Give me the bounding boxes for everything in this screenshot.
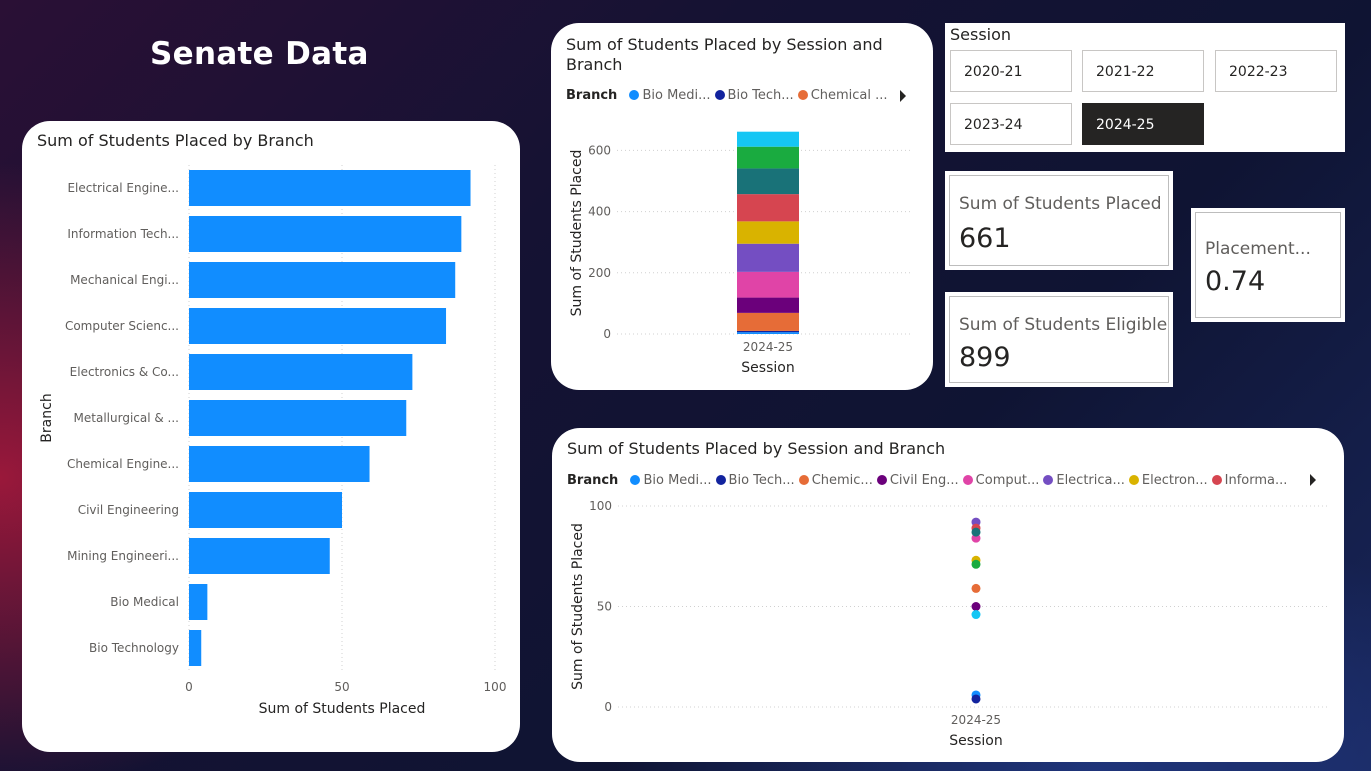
stacked-segment-bio-medical xyxy=(737,332,799,334)
scatter-point-mechanical-engineering xyxy=(971,559,981,569)
bar-category-label: Civil Engineering xyxy=(78,503,179,517)
bar-y-axis-title: Branch xyxy=(39,393,55,442)
kpi-students-eligible: Sum of Students Eligible 899 xyxy=(945,292,1173,387)
stacked-x-axis-title: Session xyxy=(741,360,794,376)
stacked-segment-mechanical-engineering xyxy=(737,146,799,169)
bar-x-tick-label: 50 xyxy=(334,680,349,694)
bar-information-tech xyxy=(189,216,462,252)
stacked-y-tick-label: 400 xyxy=(588,205,611,219)
stacked-segment-electronics xyxy=(737,221,799,244)
kpi-rate-value: 0.74 xyxy=(1205,266,1266,297)
kpi-students-placed: Sum of Students Placed 661 xyxy=(945,171,1173,270)
session-option-2024-25[interactable]: 2024-25 xyxy=(1082,103,1204,145)
scatter-y-tick-label: 50 xyxy=(597,600,612,614)
bar-category-label: Computer Scienc... xyxy=(65,319,179,333)
bar-x-axis-title: Sum of Students Placed xyxy=(259,701,426,717)
bar-chart-card[interactable]: Sum of Students Placed by Branch 0 50 100 E… xyxy=(22,121,520,752)
stacked-segment-chemical-engineering xyxy=(737,312,799,331)
session-option-2021-22[interactable]: 2021-22 xyxy=(1082,50,1204,92)
scatter-y-tick-label: 0 xyxy=(604,700,612,714)
stacked-segment-bio-technology xyxy=(737,330,799,333)
bar-metallurgical xyxy=(189,400,407,436)
bar-category-label: Electronics & Co... xyxy=(70,365,179,379)
stacked-segment-information-technology xyxy=(737,194,799,222)
scatter-y-axis-title: Sum of Students Placed xyxy=(570,523,586,690)
kpi-placed-label: Sum of Students Placed xyxy=(959,194,1162,214)
stacked-segment-metallurgical xyxy=(737,168,799,195)
scatter-x-tick-label: 2024-25 xyxy=(951,713,1001,727)
bar-x-tick-label: 100 xyxy=(484,680,507,694)
scatter-point-metallurgical xyxy=(971,527,981,537)
session-slicer-title: Session xyxy=(950,25,1012,44)
bar-electronics-co xyxy=(189,354,413,390)
stacked-segment-civil-engineering xyxy=(737,297,799,313)
stacked-segment-mining-engineering xyxy=(737,131,799,147)
bar-mining-engineeri xyxy=(189,538,330,574)
scatter-point-chemical-engineering xyxy=(971,583,981,593)
bar-bio-medical xyxy=(189,584,208,620)
bar-bio-technology xyxy=(189,630,202,666)
stacked-chart-card[interactable]: Sum of Students Placed by Session and Br… xyxy=(551,23,933,390)
bar-category-label: Electrical Engine... xyxy=(67,181,179,195)
bar-chemical-engine xyxy=(189,446,370,482)
bar-mechanical-engi xyxy=(189,262,456,298)
scatter-point-civil-engineering xyxy=(971,602,981,611)
session-option-2023-24[interactable]: 2023-24 xyxy=(950,103,1072,145)
scatter-x-axis-title: Session xyxy=(949,733,1002,749)
scatter-chart-card[interactable]: Sum of Students Placed by Session and Br… xyxy=(552,428,1344,762)
bar-category-label: Chemical Engine... xyxy=(67,457,179,471)
bar-chart-plot: 0 50 100 Electrical Engine... Information Te… xyxy=(39,165,507,717)
stacked-y-tick-label: 200 xyxy=(588,266,611,280)
bar-electrical-engine xyxy=(189,170,471,206)
kpi-placed-value: 661 xyxy=(959,223,1011,254)
session-option-2020-21[interactable]: 2020-21 xyxy=(950,50,1072,92)
scatter-y-tick-label: 100 xyxy=(589,499,612,513)
bar-category-label: Bio Technology xyxy=(89,641,179,655)
bar-computer-scienc xyxy=(189,308,447,344)
stacked-y-tick-label: 0 xyxy=(603,327,611,341)
kpi-eligible-label: Sum of Students Eligible xyxy=(959,315,1168,335)
session-slicer: Session 2020-21 2021-22 2022-23 2023-24 … xyxy=(945,23,1345,152)
bar-category-label: Mining Engineeri... xyxy=(67,549,179,563)
bar-category-label: Metallurgical & ... xyxy=(74,411,179,425)
stacked-chart-plot: 0 200 400 600 2024-25 Session Sum of Students … xyxy=(569,131,913,376)
scatter-point-mining-engineering xyxy=(971,610,981,620)
stacked-y-axis-title: Sum of Students Placed xyxy=(569,150,585,317)
bar-civil-engineering xyxy=(189,492,342,528)
scatter-point-bio-technology xyxy=(971,694,981,704)
scatter-chart-plot: 0 50 100 2024-25 Session Sum of Students Plac… xyxy=(570,499,1328,749)
stacked-x-tick-label: 2024-25 xyxy=(743,340,793,354)
page-title: Senate Data xyxy=(150,36,369,72)
bar-category-label: Mechanical Engi... xyxy=(70,273,179,287)
stacked-segment-electrical-engineering xyxy=(737,243,799,272)
stacked-segment-computer-science xyxy=(737,271,799,298)
session-option-2022-23[interactable]: 2022-23 xyxy=(1215,50,1337,92)
kpi-rate-label: Placement... xyxy=(1205,239,1311,259)
bar-category-label: Bio Medical xyxy=(110,595,179,609)
kpi-eligible-value: 899 xyxy=(959,342,1011,373)
kpi-placement-rate: Placement... 0.74 xyxy=(1191,208,1345,322)
bar-x-tick-label: 0 xyxy=(185,680,193,694)
bar-category-label: Information Tech... xyxy=(67,227,179,241)
stacked-y-tick-label: 600 xyxy=(588,143,611,157)
